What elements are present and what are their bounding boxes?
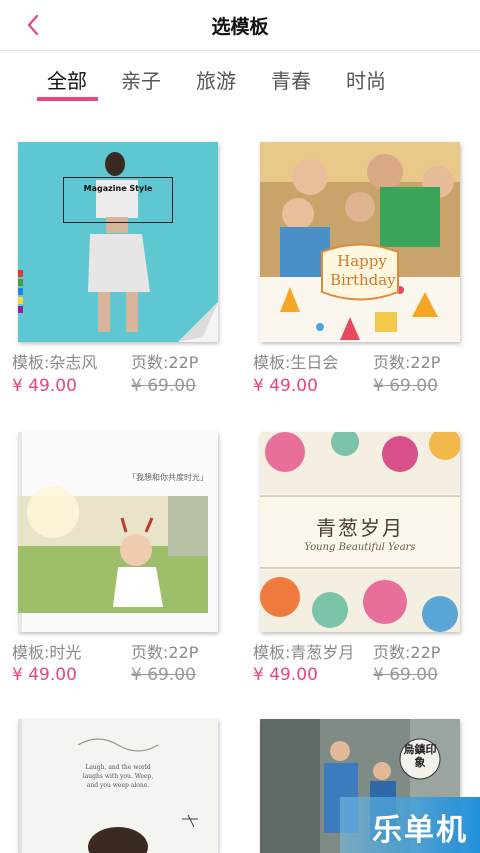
tab-family[interactable]: 亲子 [121, 65, 161, 94]
template-pages: 页数:22P [131, 353, 199, 372]
magazine-cover-text: Magazine Style [83, 184, 153, 193]
template-original-price: ¥ 69.00 [373, 665, 438, 685]
template-pages: 页数:22P [131, 643, 199, 662]
quote-cover-text: Laugh, and the world laughs with you. We… [82, 764, 154, 789]
tab-youth[interactable]: 青春 [271, 65, 311, 94]
page-title: 选模板 [211, 16, 269, 38]
category-tabs: 全部 亲子 旅游 青春 时尚 [0, 51, 480, 105]
template-pages: 页数:22P [373, 643, 441, 662]
watermark-badge: 乐单机 [340, 797, 480, 853]
template-price: ¥ 49.00 [253, 665, 318, 685]
youth-cover-title: 青葱岁月 [316, 516, 404, 540]
template-price: ¥ 49.00 [12, 376, 77, 396]
wuzhen-cover-text: 烏鎮印象 [403, 743, 437, 769]
watermark-text: 乐单机 [372, 813, 468, 848]
template-cover-birthday[interactable]: Happy Birthday [260, 142, 460, 342]
tab-travel[interactable]: 旅游 [196, 65, 236, 94]
template-cover-time[interactable]: 「我想和你共度时光」 [18, 432, 218, 632]
template-original-price: ¥ 69.00 [131, 376, 196, 396]
template-pages: 页数:22P [373, 353, 441, 372]
template-name: 模板:青葱岁月 [253, 643, 355, 662]
birthday-cover-text: Happy Birthday [330, 252, 396, 289]
template-name: 模板:时光 [12, 643, 82, 662]
template-cover-magazine[interactable]: Magazine Style [18, 142, 218, 342]
tab-fashion[interactable]: 时尚 [346, 65, 386, 94]
template-original-price: ¥ 69.00 [131, 665, 196, 685]
template-name: 模板:杂志风 [12, 353, 98, 372]
tab-all[interactable]: 全部 [47, 65, 87, 94]
template-original-price: ¥ 69.00 [373, 376, 438, 396]
template-cover-youth[interactable]: 青葱岁月 Young Beautiful Years [260, 432, 460, 632]
template-price: ¥ 49.00 [253, 376, 318, 396]
app-header: 选模板 [0, 0, 480, 51]
magazine-title-box: Magazine Style [63, 177, 173, 223]
template-price: ¥ 49.00 [12, 665, 77, 685]
template-cover-quote[interactable]: Laugh, and the world laughs with you. We… [18, 719, 218, 853]
youth-cover-subtitle: Young Beautiful Years [304, 542, 416, 553]
template-name: 模板:生日会 [253, 353, 339, 372]
active-tab-indicator [37, 97, 98, 101]
